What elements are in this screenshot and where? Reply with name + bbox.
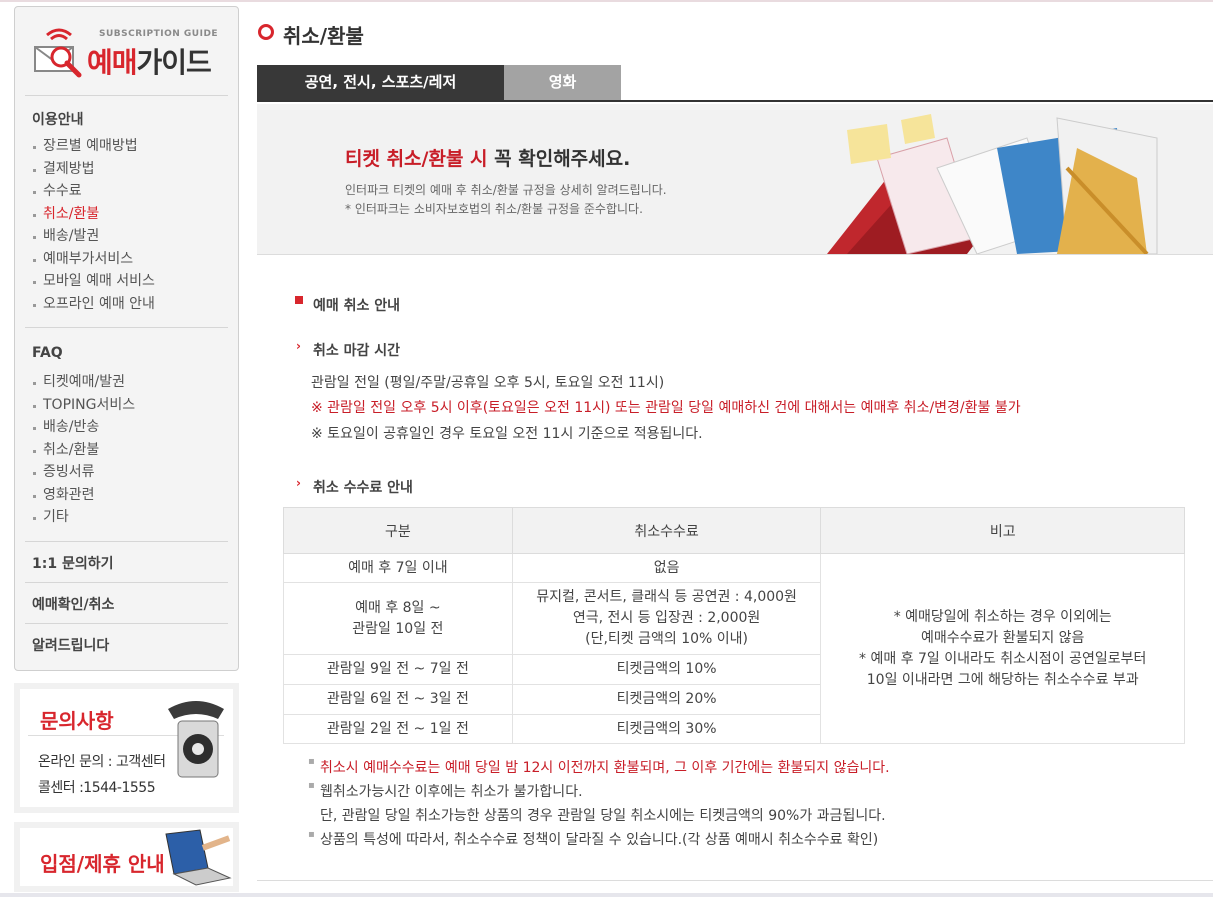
laptop-icon — [165, 829, 232, 886]
fee-cell: 뮤지컬, 콘서트, 클래식 등 공연권 : 4,000원 연극, 전시 등 입장… — [511, 582, 822, 655]
contact-callcenter: 콜센터 :1544-1555 — [38, 780, 156, 796]
inquiry-link[interactable]: 1:1 문의하기 — [32, 553, 113, 573]
deadline-line-2: ※ 관람일 전일 오후 5시 이후(토요일은 오전 11시) 또는 관람일 당일… — [311, 400, 1021, 416]
faq-title: FAQ — [32, 345, 63, 361]
note-line: 단, 관람일 당일 취소가능한 상품의 경우 관람일 당일 취소시에는 티켓금액… — [320, 808, 886, 824]
hero-banner: 티켓 취소/환불 시 꼭 확인해주세요. 인터파크 티켓의 예매 후 취소/환불… — [257, 104, 1213, 255]
sidebar-item-delivery[interactable]: 배송/발권 — [31, 225, 155, 248]
section-title: 예매 취소 안내 — [313, 298, 401, 314]
tab-performance[interactable]: 공연, 전시, 스포츠/레저 — [257, 65, 504, 102]
sidebar-item-payment[interactable]: 결제방법 — [31, 158, 155, 181]
tab-movie[interactable]: 영화 — [504, 65, 621, 102]
fee-cell: 티켓금액의 30% — [511, 714, 822, 744]
remark-line: 10일 이내라면 그에 해당하는 취소수수료 부과 — [866, 671, 1139, 688]
divider — [25, 582, 228, 583]
hero-heading: 티켓 취소/환불 시 꼭 확인해주세요. — [345, 148, 631, 170]
tickets-illustration — [827, 114, 1158, 254]
fee-cell: 티켓금액의 20% — [511, 684, 822, 715]
table-row: 예매 후 7일 이내 없음 * 예매당일에 취소하는 경우 이외에는 예매수수료… — [283, 553, 1185, 744]
faq-item-etc[interactable]: 기타 — [31, 506, 135, 529]
remark-line: * 예매당일에 취소하는 경우 이외에는 — [893, 608, 1112, 625]
deadline-line-1: 관람일 전일 (평일/주말/공휴일 오후 5시, 토요일 오전 11시) — [311, 375, 665, 391]
sidebar-item-extra-service[interactable]: 예매부가서비스 — [31, 248, 155, 271]
title-ring-icon — [258, 24, 274, 40]
faq-item-receipt[interactable]: 증빙서류 — [31, 461, 135, 484]
note-bullet-icon: ▪ — [308, 756, 315, 767]
hero-subline-2: * 인터파크는 소비자보호법의 취소/환불 규정을 준수합니다. — [345, 202, 643, 216]
remark-line: * 예매 후 7일 이내라도 취소시점이 공연일로부터 — [859, 650, 1147, 667]
remark-line: 예매수수료가 환불되지 않음 — [920, 629, 1085, 646]
partner-banner-title: 입점/제휴 안내 — [40, 852, 165, 876]
partner-banner[interactable]: 입점/제휴 안내 — [14, 822, 239, 892]
faq-menu: 티켓예매/발권 TOPING서비스 배송/반송 취소/환불 증빙서류 영화관련 … — [31, 371, 135, 529]
table-header-row: 구분 취소수수료 비고 — [283, 507, 1185, 554]
sidebar-item-mobile[interactable]: 모바일 예매 서비스 — [31, 270, 155, 293]
period-cell: 관람일 6일 전 ~ 3일 전 — [283, 684, 513, 715]
top-rule — [0, 0, 1213, 2]
contact-banner[interactable]: 문의사항 온라인 문의 : 고객센터 콜센터 :1544-1555 — [14, 683, 239, 813]
notice-link[interactable]: 알려드립니다 — [32, 635, 109, 655]
logo-subtitle: SUBSCRIPTION GUIDE — [99, 29, 219, 39]
logo-title: 예매가이드 — [87, 46, 212, 79]
note-line: 취소시 예매수수료는 예매 당일 밤 12시 이전까지 환불되며, 그 이후 기… — [320, 760, 890, 776]
chevron-right-icon: › — [296, 476, 301, 490]
sidebar-item-offline[interactable]: 오프라인 예매 안내 — [31, 293, 155, 316]
bottom-rule — [0, 893, 1213, 897]
divider — [25, 541, 228, 542]
fee-line: 뮤지컬, 콘서트, 클래식 등 공연권 : 4,000원 — [536, 589, 797, 605]
section-bullet-icon — [295, 296, 303, 304]
deadline-line-3: ※ 토요일이 공휴일인 경우 토요일 오전 11시 기준으로 적용됩니다. — [311, 426, 703, 442]
note-bullet-icon: ▪ — [308, 780, 315, 791]
contact-banner-title: 문의사항 — [40, 709, 114, 733]
fee-table: 구분 취소수수료 비고 예매 후 7일 이내 없음 * 예매당일에 취소하는 경… — [283, 507, 1185, 744]
site-logo[interactable]: SUBSCRIPTION GUIDE 예매가이드 — [15, 7, 238, 95]
fee-line: 연극, 전시 등 입장권 : 2,000원 — [572, 610, 761, 626]
hero-subline-1: 인터파크 티켓의 예매 후 취소/환불 규정을 상세히 알려드립니다. — [345, 183, 667, 197]
usage-menu: 장르별 예매방법 결제방법 수수료 취소/환불 배송/발권 예매부가서비스 모바… — [31, 135, 155, 315]
tab-underline — [257, 100, 1213, 102]
sidebar-item-genre[interactable]: 장르별 예매방법 — [31, 135, 155, 158]
telephone-icon — [168, 701, 224, 778]
divider — [25, 327, 228, 328]
note-bullet-icon: ▪ — [308, 829, 315, 840]
fee-cell: 티켓금액의 10% — [511, 654, 822, 685]
remark-cell: * 예매당일에 취소하는 경우 이외에는 예매수수료가 환불되지 않음 * 예매… — [820, 553, 1185, 744]
period-cell: 관람일 2일 전 ~ 1일 전 — [283, 714, 513, 744]
note-line: 상품의 특성에 따라서, 취소수수료 정책이 달라질 수 있습니다.(각 상품 … — [320, 832, 879, 848]
faq-item-ticketing[interactable]: 티켓예매/발권 — [31, 371, 135, 394]
period-line: 예매 후 8일 ~ — [355, 599, 441, 616]
confirm-cancel-link[interactable]: 예매확인/취소 — [32, 594, 114, 614]
period-cell: 관람일 9일 전 ~ 7일 전 — [283, 654, 513, 685]
faq-item-delivery[interactable]: 배송/반송 — [31, 416, 135, 439]
sidebar-item-cancel-refund[interactable]: 취소/환불 — [31, 203, 155, 226]
envelope-magnifier-icon — [34, 28, 82, 78]
fee-title: 취소 수수료 안내 — [313, 480, 413, 496]
divider — [25, 623, 228, 624]
sidebar: SUBSCRIPTION GUIDE 예매가이드 이용안내 장르별 예매방법 결… — [14, 6, 239, 671]
period-cell: 예매 후 8일 ~ 관람일 10일 전 — [283, 582, 513, 655]
divider — [25, 95, 228, 96]
table-header: 취소수수료 — [511, 507, 822, 554]
page-title: 취소/환불 — [283, 24, 364, 48]
note-line: 웹취소가능시간 이후에는 취소가 불가합니다. — [320, 784, 583, 800]
period-line: 관람일 10일 전 — [352, 620, 444, 637]
faq-item-movie[interactable]: 영화관련 — [31, 484, 135, 507]
table-header: 비고 — [820, 507, 1185, 554]
fee-line: (단,티켓 금액의 10% 이내) — [585, 631, 749, 647]
fee-cell: 없음 — [511, 553, 822, 583]
chevron-right-icon: › — [296, 339, 301, 353]
usage-title: 이용안내 — [32, 112, 84, 128]
table-header: 구분 — [283, 507, 513, 554]
contact-online: 온라인 문의 : 고객센터 — [38, 754, 166, 770]
faq-item-cancel[interactable]: 취소/환불 — [31, 439, 135, 462]
footer-rule — [257, 880, 1213, 881]
sidebar-item-fees[interactable]: 수수료 — [31, 180, 155, 203]
deadline-title: 취소 마감 시간 — [313, 343, 401, 359]
faq-item-toping[interactable]: TOPING서비스 — [31, 394, 135, 417]
period-cell: 예매 후 7일 이내 — [283, 553, 513, 583]
